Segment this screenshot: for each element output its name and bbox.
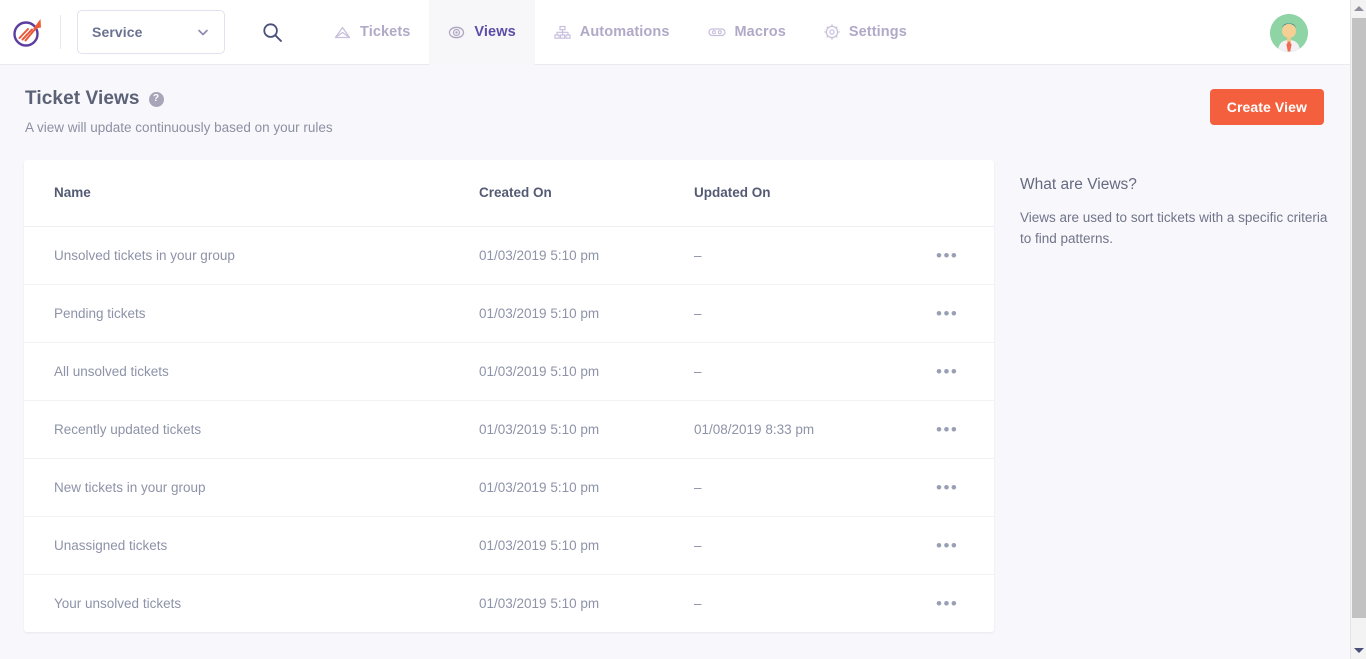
scroll-up-arrow-icon[interactable] (1351, 0, 1366, 17)
row-actions-cell: ••• (934, 342, 994, 400)
table-row[interactable]: Your unsolved tickets 01/03/2019 5:10 pm… (24, 574, 994, 632)
create-view-button[interactable]: Create View (1210, 89, 1324, 125)
page-header: Ticket Views ? A view will update contin… (0, 65, 1350, 160)
top-navigation-bar: Service Tickets (0, 0, 1350, 65)
views-table-body: Unsolved tickets in your group 01/03/201… (24, 226, 994, 632)
row-menu-button[interactable]: ••• (934, 243, 960, 268)
nav-item-tickets[interactable]: Tickets (315, 0, 429, 65)
updated-on-cell: – (694, 574, 934, 632)
help-question-icon[interactable]: ? (149, 92, 164, 107)
nav-item-label: Tickets (360, 24, 410, 40)
view-name-cell: New tickets in your group (24, 458, 479, 516)
table-row[interactable]: Unsolved tickets in your group 01/03/201… (24, 226, 994, 284)
app-root: Service Tickets (0, 0, 1366, 659)
sitemap-icon (554, 25, 571, 40)
page-title-row: Ticket Views ? (25, 88, 164, 110)
table-row[interactable]: Unassigned tickets 01/03/2019 5:10 pm – … (24, 516, 994, 574)
table-row[interactable]: Recently updated tickets 01/03/2019 5:10… (24, 400, 994, 458)
view-name-cell: Recently updated tickets (24, 400, 479, 458)
chevron-down-icon (196, 25, 210, 39)
page-title: Ticket Views (25, 88, 140, 110)
nav-item-label: Automations (580, 24, 670, 40)
info-panel-heading: What are Views? (1020, 176, 1330, 194)
view-name-link[interactable]: Unassigned tickets (54, 538, 167, 553)
views-table-card: Name Created On Updated On Unsolved tick… (24, 160, 994, 632)
column-header-updated[interactable]: Updated On (694, 160, 934, 226)
created-on-cell: 01/03/2019 5:10 pm (479, 284, 694, 342)
row-menu-button[interactable]: ••• (934, 301, 960, 326)
envelope-icon (334, 25, 351, 40)
updated-on-cell: – (694, 284, 934, 342)
view-name-link[interactable]: Your unsolved tickets (54, 596, 181, 611)
scrollbar-thumb[interactable] (1352, 18, 1366, 618)
service-dropdown-label: Service (92, 24, 143, 40)
macro-icon (708, 25, 726, 39)
view-name-link[interactable]: New tickets in your group (54, 480, 206, 495)
row-menu-button[interactable]: ••• (934, 533, 960, 558)
nav-item-settings[interactable]: Settings (805, 0, 926, 65)
created-on-cell: 01/03/2019 5:10 pm (479, 516, 694, 574)
search-icon[interactable] (249, 9, 295, 55)
table-row[interactable]: New tickets in your group 01/03/2019 5:1… (24, 458, 994, 516)
created-on-cell: 01/03/2019 5:10 pm (479, 574, 694, 632)
eye-icon (448, 25, 465, 40)
table-row[interactable]: Pending tickets 01/03/2019 5:10 pm – ••• (24, 284, 994, 342)
nav-item-automations[interactable]: Automations (535, 0, 689, 65)
logo-arrow-circle-icon[interactable] (0, 0, 56, 65)
row-menu-button[interactable]: ••• (934, 475, 960, 500)
row-menu-button[interactable]: ••• (934, 417, 960, 442)
view-name-cell: All unsolved tickets (24, 342, 479, 400)
created-on-cell: 01/03/2019 5:10 pm (479, 400, 694, 458)
info-panel: What are Views? Views are used to sort t… (1020, 176, 1330, 250)
view-name-cell: Unsolved tickets in your group (24, 226, 479, 284)
updated-on-cell: – (694, 516, 934, 574)
table-row[interactable]: All unsolved tickets 01/03/2019 5:10 pm … (24, 342, 994, 400)
row-actions-cell: ••• (934, 284, 994, 342)
view-name-link[interactable]: Unsolved tickets in your group (54, 248, 235, 263)
row-actions-cell: ••• (934, 400, 994, 458)
scroll-down-arrow-icon[interactable] (1351, 642, 1366, 659)
page-subtitle: A view will update continuously based on… (25, 120, 333, 135)
user-avatar-icon (1270, 14, 1308, 52)
row-actions-cell: ••• (934, 458, 994, 516)
table-header-row: Name Created On Updated On (24, 160, 994, 226)
nav-item-label: Settings (849, 24, 907, 40)
updated-on-cell: – (694, 226, 934, 284)
row-actions-cell: ••• (934, 574, 994, 632)
column-header-name[interactable]: Name (24, 160, 479, 226)
nav-item-label: Views (474, 24, 515, 40)
info-panel-body: Views are used to sort tickets with a sp… (1020, 208, 1330, 250)
created-on-cell: 01/03/2019 5:10 pm (479, 342, 694, 400)
avatar[interactable] (1270, 14, 1308, 52)
header-divider (60, 15, 61, 49)
row-actions-cell: ••• (934, 516, 994, 574)
row-menu-button[interactable]: ••• (934, 591, 960, 616)
row-menu-button[interactable]: ••• (934, 359, 960, 384)
view-name-cell: Pending tickets (24, 284, 479, 342)
updated-on-cell: – (694, 342, 934, 400)
view-name-cell: Your unsolved tickets (24, 574, 479, 632)
updated-on-cell: 01/08/2019 8:33 pm (694, 400, 934, 458)
updated-on-cell: – (694, 458, 934, 516)
views-table: Name Created On Updated On Unsolved tick… (24, 160, 994, 632)
gear-icon (824, 24, 840, 40)
nav-item-macros[interactable]: Macros (689, 0, 805, 65)
views-table-head: Name Created On Updated On (24, 160, 994, 226)
view-name-link[interactable]: Pending tickets (54, 306, 146, 321)
column-header-actions (934, 160, 994, 226)
column-header-created[interactable]: Created On (479, 160, 694, 226)
created-on-cell: 01/03/2019 5:10 pm (479, 458, 694, 516)
view-name-link[interactable]: Recently updated tickets (54, 422, 201, 437)
view-name-link[interactable]: All unsolved tickets (54, 364, 169, 379)
created-on-cell: 01/03/2019 5:10 pm (479, 226, 694, 284)
view-name-cell: Unassigned tickets (24, 516, 479, 574)
service-dropdown[interactable]: Service (77, 10, 225, 54)
main-nav: Tickets Views (315, 0, 926, 65)
vertical-scrollbar[interactable] (1350, 0, 1366, 659)
nav-item-views[interactable]: Views (429, 0, 534, 65)
row-actions-cell: ••• (934, 226, 994, 284)
nav-item-label: Macros (735, 24, 786, 40)
